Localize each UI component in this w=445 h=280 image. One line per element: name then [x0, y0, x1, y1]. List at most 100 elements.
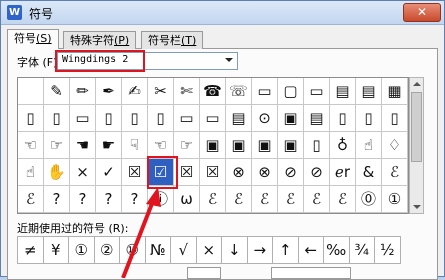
recent-symbol-cell[interactable]: ⑩ [119, 236, 146, 264]
symbol-cell[interactable]: ▭ [252, 78, 278, 105]
symbol-cell[interactable]: ✄ [174, 78, 200, 105]
tab-symbol-bar[interactable]: 符号栏(T) [141, 31, 204, 49]
symbol-cell[interactable]: ▣ [200, 132, 226, 159]
recent-symbol-cell[interactable]: → [246, 236, 273, 264]
symbol-cell[interactable]: ℰ [200, 186, 226, 213]
recent-symbol-cell[interactable]: √ [170, 236, 197, 264]
recent-symbol-cell[interactable]: ¾ [348, 236, 375, 264]
symbol-cell[interactable]: ✂ [148, 78, 174, 105]
symbol-cell[interactable]: ▯ [96, 105, 122, 132]
symbol-cell[interactable]: ✍ [122, 78, 148, 105]
symbol-cell[interactable]: ℰ [226, 186, 252, 213]
symbol-cell[interactable]: ℰ [252, 186, 278, 213]
symbol-cell[interactable]: ? [70, 186, 96, 213]
scroll-up-icon[interactable] [413, 82, 421, 86]
symbol-cell[interactable]: ☞ [174, 132, 200, 159]
symbol-cell[interactable]: ⊗ [252, 159, 278, 186]
recent-symbol-cell[interactable]: ½ [374, 236, 401, 264]
symbol-cell[interactable]: ℰ [330, 186, 356, 213]
scrollbar-thumb[interactable] [411, 92, 422, 162]
recent-symbol-cell[interactable]: ↓ [221, 236, 248, 264]
symbol-cell[interactable]: ☞ [44, 132, 70, 159]
symbol-cell[interactable]: ℰ [382, 159, 408, 186]
scroll-down-icon[interactable] [413, 205, 421, 209]
symbol-cell[interactable]: ☜ [148, 132, 174, 159]
tab-symbols[interactable]: 符号(S) [7, 29, 59, 49]
symbol-cell[interactable]: ▭ [174, 105, 200, 132]
symbol-cell[interactable]: ① [382, 186, 408, 213]
symbol-cell[interactable]: ✒ [96, 78, 122, 105]
symbol-cell[interactable]: ⊘ [278, 159, 304, 186]
partial-input-box[interactable] [187, 267, 221, 279]
title-bar[interactable]: W 符号 ✕ [1, 1, 444, 25]
symbol-cell[interactable]: ▭ [304, 78, 330, 105]
recent-symbol-cell[interactable]: ↑ [272, 236, 299, 264]
symbol-cell[interactable]: ✏ [70, 78, 96, 105]
recent-symbol-cell[interactable]: ← [297, 236, 324, 264]
symbol-cell[interactable]: ▣ [278, 105, 304, 132]
symbol-cell[interactable]: ⊘ [304, 159, 330, 186]
symbol-cell[interactable]: ? [44, 186, 70, 213]
symbol-cell[interactable]: ▢ [278, 78, 304, 105]
symbol-cell[interactable]: ☏ [226, 78, 252, 105]
recent-symbol-cell[interactable]: × [195, 236, 222, 264]
recent-symbol-cell[interactable]: ① [68, 236, 95, 264]
recent-symbol-cell[interactable]: ¥ [42, 236, 69, 264]
symbol-cell[interactable]: ✋ [44, 159, 70, 186]
symbol-cell[interactable]: ✎ [44, 78, 70, 105]
symbol-cell[interactable]: ☝ [356, 132, 382, 159]
symbol-cell[interactable]: ▯ [122, 105, 148, 132]
symbol-cell[interactable]: ω [174, 186, 200, 213]
symbol-cell[interactable]: ▭ [200, 105, 226, 132]
symbol-cell[interactable]: ▯ [330, 105, 356, 132]
symbol-cell[interactable]: ▤ [356, 78, 382, 105]
symbol-cell[interactable]: ℯr [330, 159, 356, 186]
chevron-down-icon[interactable] [225, 58, 233, 62]
symbol-cell[interactable]: ▦ [382, 78, 408, 105]
symbol-cell[interactable]: ℰ [278, 186, 304, 213]
symbol-cell[interactable]: ⓪ [356, 186, 382, 213]
symbol-cell[interactable]: ? [96, 186, 122, 213]
symbol-cell[interactable]: & [356, 159, 382, 186]
symbol-cell[interactable]: ☜ [18, 132, 44, 159]
symbol-cell[interactable]: ☒ [122, 159, 148, 186]
symbol-cell[interactable]: ▤ [330, 78, 356, 105]
symbol-cell[interactable]: ⓘ [148, 186, 174, 213]
symbol-cell[interactable]: ▯ [148, 105, 174, 132]
symbol-cell[interactable]: ☟ [122, 132, 148, 159]
symbol-cell[interactable]: ▯ [304, 132, 330, 159]
symbol-cell[interactable]: ▣ [278, 132, 304, 159]
symbol-cell[interactable]: ▯ [382, 105, 408, 132]
recent-symbol-cell[interactable]: ② [93, 236, 120, 264]
symbol-cell[interactable]: ☚ [70, 132, 96, 159]
symbol-cell[interactable]: ▯ [18, 105, 44, 132]
symbol-cell[interactable]: ▤ [226, 105, 252, 132]
symbol-cell[interactable]: ▣ [226, 132, 252, 159]
symbol-cell[interactable]: ℰ [304, 186, 330, 213]
symbol-grid-scrollbar[interactable] [409, 77, 424, 214]
symbol-cell[interactable]: ▭ [70, 105, 96, 132]
symbol-cell[interactable]: ▤ [304, 105, 330, 132]
recent-symbol-cell[interactable]: ≠ [17, 236, 44, 264]
symbol-cell[interactable]: ⊙ [252, 105, 278, 132]
symbol-cell[interactable]: ℰ [18, 186, 44, 213]
symbol-cell[interactable]: ♁ [330, 132, 356, 159]
symbol-cell[interactable]: ▯ [356, 105, 382, 132]
partial-input-box[interactable] [271, 267, 351, 279]
symbol-cell[interactable] [18, 78, 44, 105]
symbol-cell[interactable]: ? [122, 186, 148, 213]
symbol-cell[interactable]: ▯ [44, 105, 70, 132]
recent-symbol-cell[interactable]: № [144, 236, 171, 264]
symbol-cell[interactable]: ☛ [96, 132, 122, 159]
tab-special-chars[interactable]: 特殊字符(P) [63, 31, 137, 49]
symbol-cell[interactable]: ✓ [96, 159, 122, 186]
recent-symbol-cell[interactable]: ‰ [323, 236, 350, 264]
symbol-cell[interactable]: ☎ [200, 78, 226, 105]
symbol-cell[interactable]: ⊗ [226, 159, 252, 186]
symbol-cell[interactable]: ☒ [200, 159, 226, 186]
close-button[interactable]: ✕ [403, 3, 441, 22]
symbol-cell[interactable]: ☝ [18, 159, 44, 186]
symbol-cell[interactable]: ♢ [382, 132, 408, 159]
symbol-cell[interactable]: × [70, 159, 96, 186]
symbol-cell[interactable]: ▣ [252, 132, 278, 159]
